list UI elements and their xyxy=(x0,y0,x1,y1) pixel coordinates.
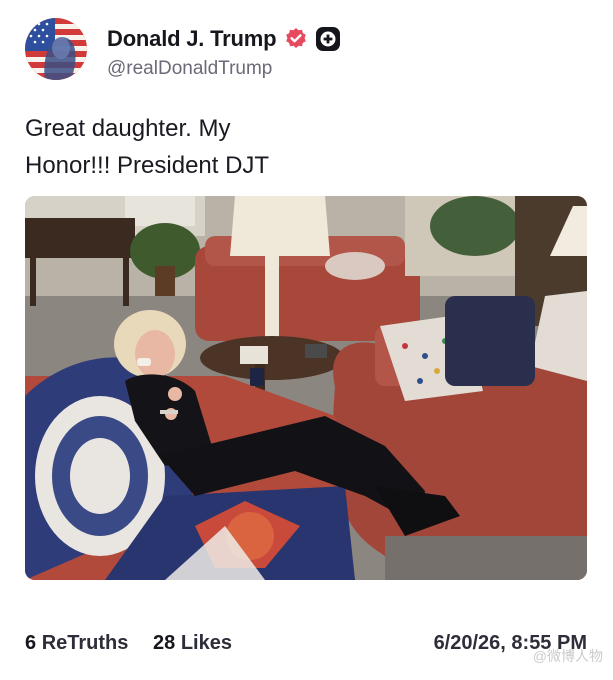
living-room-photo-image xyxy=(25,196,587,580)
plus-badge-icon xyxy=(315,26,341,52)
post-header: Donald J. Trump @realDonaldTrump xyxy=(25,18,341,80)
likes-count: 28 xyxy=(153,632,176,654)
truth-post-card: Donald J. Trump @realDonaldTrump Great d… xyxy=(0,0,613,680)
retruths-stat[interactable]: 6 ReTruths xyxy=(25,632,128,655)
author-name-block: Donald J. Trump @realDonaldTrump xyxy=(107,24,341,80)
post-footer: 6 ReTruths 28 Likes 6/20/26, 8:55 PM xyxy=(25,632,587,656)
post-text: Great daughter. My Honor!!! President DJ… xyxy=(25,110,445,184)
author-avatar[interactable] xyxy=(25,18,87,80)
post-photo[interactable] xyxy=(25,196,587,580)
author-handle[interactable]: @realDonaldTrump xyxy=(107,58,341,80)
watermark-text: @微博人物 xyxy=(532,648,603,664)
likes-label: Likes xyxy=(180,632,232,654)
retruths-count: 6 xyxy=(25,632,37,654)
likes-stat[interactable]: 28 Likes xyxy=(153,632,232,655)
author-display-name[interactable]: Donald J. Trump xyxy=(107,26,277,52)
verified-badge-icon xyxy=(284,27,308,51)
retruths-label: ReTruths xyxy=(41,632,129,654)
american-flag-portrait-avatar-icon xyxy=(25,18,87,80)
author-name-row: Donald J. Trump xyxy=(107,24,341,54)
post-text-line-2: Honor!!! President DJT xyxy=(25,152,270,179)
post-text-line-1: Great daughter. My xyxy=(25,115,231,142)
